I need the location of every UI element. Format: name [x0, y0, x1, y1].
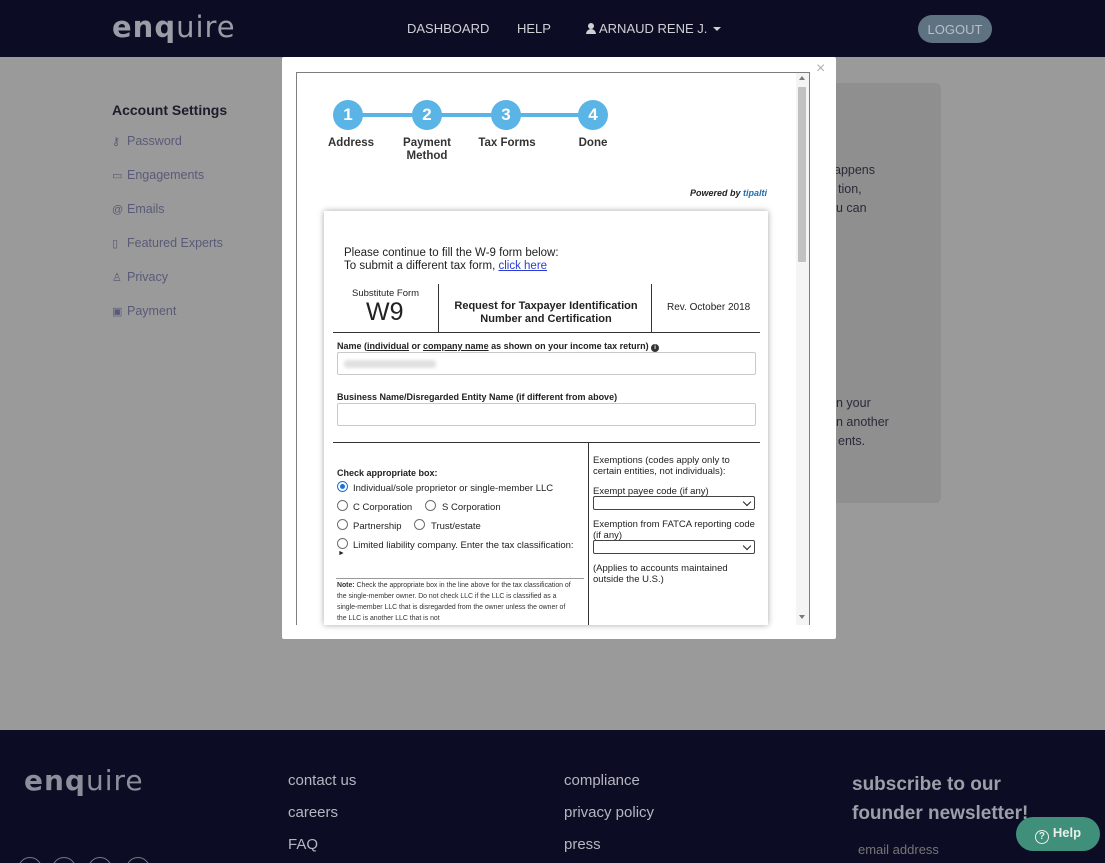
column-divider	[588, 443, 589, 625]
scroll-up-icon[interactable]	[799, 76, 805, 80]
footer-link-privacy-policy[interactable]: privacy policy	[564, 804, 654, 821]
account-settings-title: Account Settings	[112, 102, 228, 118]
money-icon: ▣	[112, 306, 123, 318]
check-box-label: Check appropriate box:	[337, 468, 438, 478]
help-button[interactable]: ? Help	[1016, 817, 1100, 851]
sidebar-item-emails[interactable]: @ Emails	[112, 202, 165, 216]
header-divider	[651, 284, 652, 332]
radio-individual[interactable]	[337, 481, 348, 492]
background-text: ents.	[838, 434, 866, 448]
sidebar-item-featured-experts[interactable]: ▯ Featured Experts	[112, 236, 223, 250]
badge-icon: ▯	[112, 238, 119, 250]
intro-text: Please continue to fill the W-9 form bel…	[344, 247, 559, 259]
background-text: u can	[836, 201, 867, 215]
business-name-label: Business Name/Disregarded Entity Name (i…	[337, 392, 618, 402]
briefcase-icon: ▭	[112, 170, 123, 182]
note-divider	[336, 578, 584, 579]
footer-link-careers[interactable]: careers	[288, 804, 338, 821]
radio-trust-estate-label: Trust/estate	[431, 521, 481, 532]
scrollbar-thumb[interactable]	[798, 87, 806, 262]
step-3-circle: 3	[491, 100, 521, 130]
step-4-label: Done	[578, 137, 608, 149]
footer-link-press[interactable]: press	[564, 836, 601, 853]
sidebar-item-payment[interactable]: ▣ Payment	[112, 304, 176, 318]
stepper-line	[348, 113, 593, 117]
form-revision: Rev. October 2018	[667, 302, 751, 313]
background-text: n another	[836, 415, 889, 429]
sidebar-item-password[interactable]: ⚷ Password	[112, 134, 182, 148]
radio-llc-label: Limited liability company. Enter the tax…	[353, 540, 574, 551]
classification-note: Note: Check the appropriate box in the l…	[337, 582, 571, 622]
background-text: n your	[836, 396, 871, 410]
fatca-label: Exemption from FATCA reporting code (if …	[593, 519, 755, 541]
enquire-logo[interactable]: enquire	[112, 10, 236, 44]
name-input[interactable]	[337, 352, 756, 375]
radio-partnership-label: Partnership	[353, 521, 402, 532]
newsletter-email-input[interactable]	[852, 838, 1032, 860]
radio-llc[interactable]	[337, 538, 348, 549]
background-text: appens	[834, 163, 876, 177]
scroll-down-icon[interactable]	[799, 615, 805, 619]
fatca-note: (Applies to accounts maintained outside …	[593, 563, 728, 585]
footer-link-faq[interactable]: FAQ	[288, 836, 318, 853]
name-label: Name (individual or company name as show…	[337, 341, 660, 352]
radio-s-corporation[interactable]	[425, 500, 436, 511]
chevron-down-icon	[742, 497, 752, 507]
sidebar-item-privacy[interactable]: ♙ Privacy	[112, 270, 168, 284]
sidebar-item-engagements[interactable]: ▭ Engagements	[112, 168, 204, 182]
footer-logo[interactable]: enquire	[24, 764, 144, 797]
radio-individual-label: Individual/sole proprietor or single-mem…	[353, 483, 554, 494]
exempt-payee-select[interactable]	[593, 496, 755, 510]
radio-c-corporation[interactable]	[337, 500, 348, 511]
user-menu[interactable]: ARNAUD RENE J.	[586, 21, 722, 36]
name-value-blurred	[344, 360, 436, 368]
form-divider	[333, 442, 760, 443]
radio-trust-estate[interactable]	[414, 519, 425, 530]
chevron-down-icon	[742, 541, 752, 551]
llc-arrow: ►	[338, 550, 345, 557]
radio-c-corporation-label: C Corporation	[353, 502, 413, 513]
key-icon: ⚷	[112, 136, 121, 148]
user-icon	[586, 23, 596, 34]
nav-help[interactable]: HELP	[517, 21, 551, 36]
header-divider	[438, 284, 439, 332]
intro-text-2: To submit a different tax form, click he…	[344, 260, 548, 272]
users-lock-icon: ♙	[112, 272, 122, 284]
step-4-circle: 4	[578, 100, 608, 130]
powered-by-tipalti: Powered by tipalti	[690, 188, 768, 198]
logout-button[interactable]: LOGOUT	[918, 15, 992, 43]
step-3-label: Tax Forms	[478, 137, 536, 149]
step-2-circle: 2	[412, 100, 442, 130]
nav-dashboard[interactable]: DASHBOARD	[407, 21, 489, 36]
user-name: ARNAUD RENE J.	[599, 21, 708, 36]
step-1-circle: 1	[333, 100, 363, 130]
w9-code: W9	[366, 298, 404, 326]
background-text: tion,	[838, 182, 862, 196]
question-icon: ?	[1034, 829, 1049, 844]
chevron-down-icon	[713, 27, 722, 31]
form-divider	[333, 332, 760, 333]
different-form-link[interactable]: click here	[498, 260, 547, 272]
business-name-input[interactable]	[337, 403, 756, 426]
step-1-label: Address	[327, 137, 375, 149]
fatca-select[interactable]	[593, 540, 755, 554]
close-icon[interactable]: ×	[816, 61, 825, 77]
radio-s-corporation-label: S Corporation	[442, 502, 501, 513]
info-icon[interactable]: i	[651, 344, 660, 352]
footer-link-compliance[interactable]: compliance	[564, 772, 640, 789]
footer-link-contact[interactable]: contact us	[288, 772, 356, 789]
at-icon: @	[112, 204, 124, 216]
radio-partnership[interactable]	[337, 519, 348, 530]
form-title: Request for Taxpayer Identification Numb…	[454, 300, 638, 325]
exemptions-label: Exemptions (codes apply only to certain …	[593, 455, 730, 477]
step-2-label: Payment Method	[403, 137, 451, 162]
